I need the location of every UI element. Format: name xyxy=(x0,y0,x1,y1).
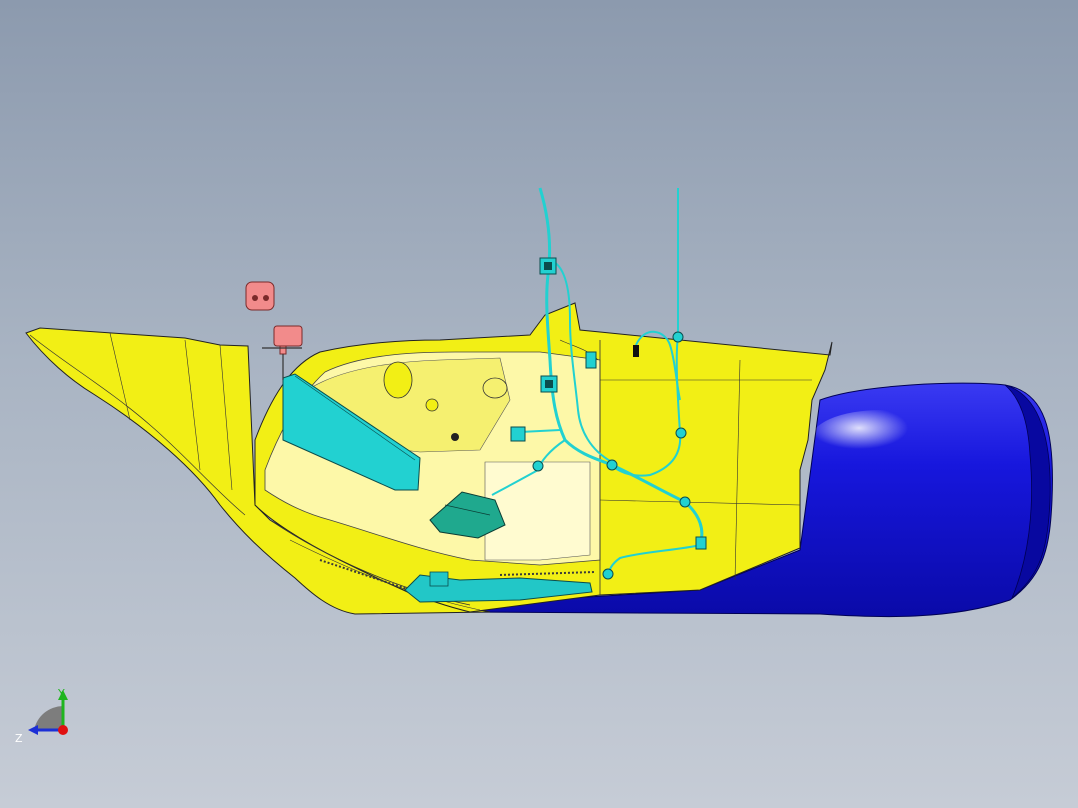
triad-y-label: Y xyxy=(58,687,65,700)
side-panel[interactable] xyxy=(25,302,833,615)
clip-brackets[interactable] xyxy=(245,281,303,380)
triad-z-label: Z xyxy=(15,732,23,745)
cad-model[interactable] xyxy=(0,0,1078,808)
cad-viewport[interactable]: Y Z xyxy=(0,0,1078,808)
triad-z-arrow xyxy=(28,725,38,735)
triad-arc xyxy=(34,706,63,730)
triad-x-origin xyxy=(58,725,68,735)
